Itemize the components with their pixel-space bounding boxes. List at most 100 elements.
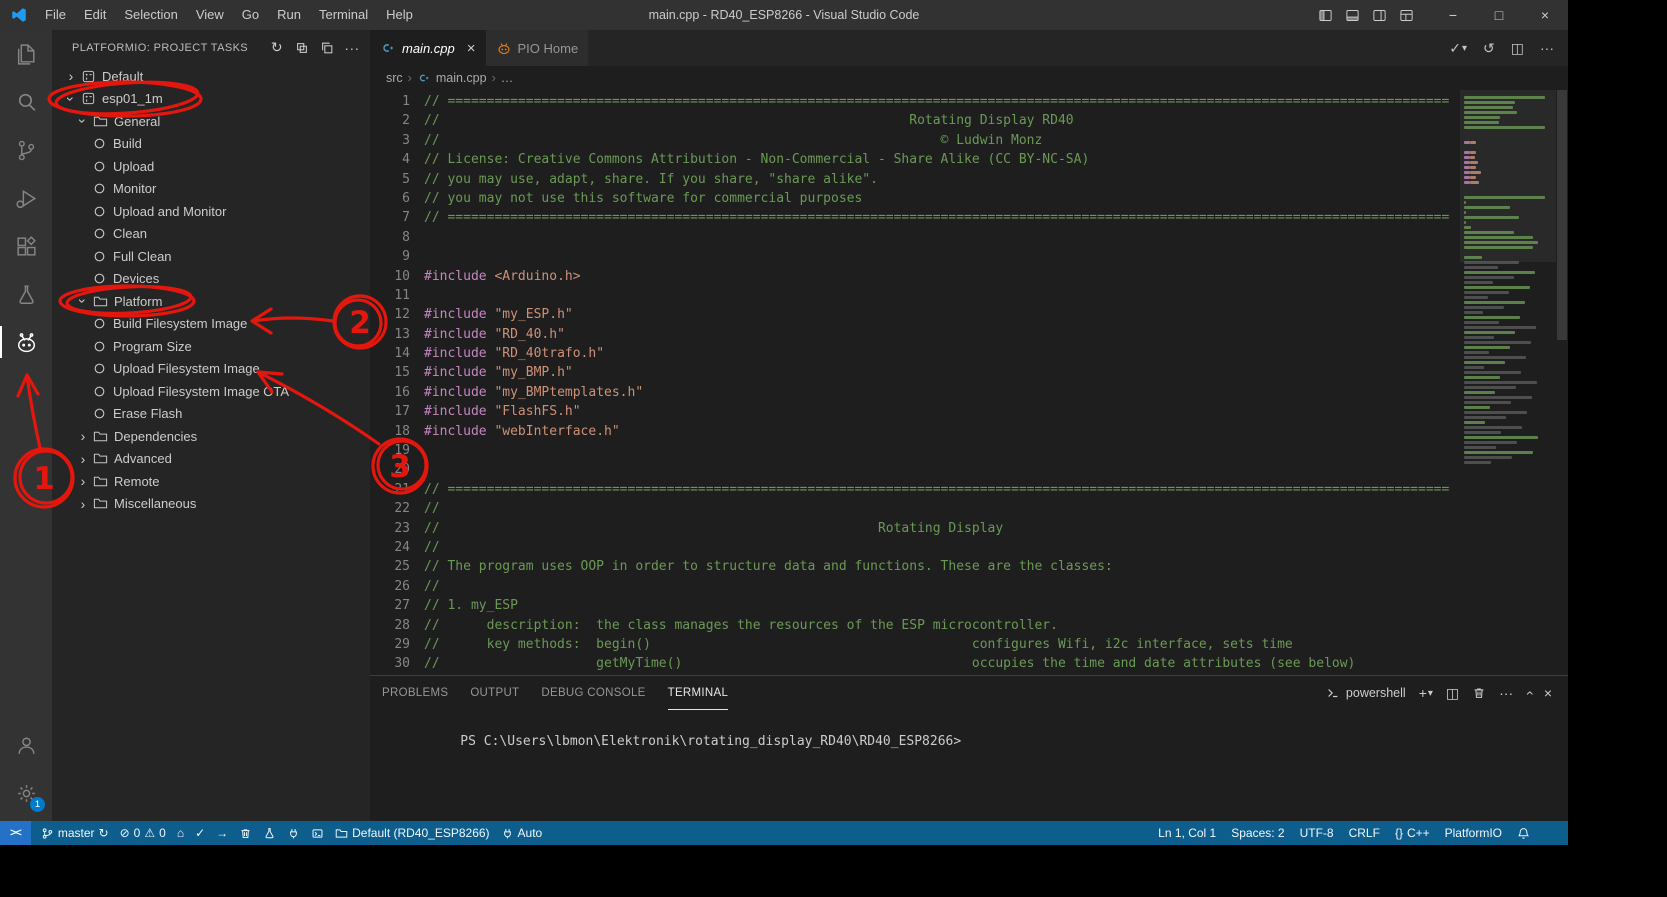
problems-item[interactable]: ⊘ 0 ⚠ 0 (120, 826, 166, 840)
line-number[interactable]: 29 (370, 635, 410, 654)
line-number[interactable]: 9 (370, 247, 410, 266)
code-text[interactable] (410, 247, 424, 266)
terminal[interactable]: PS C:\Users\lbmon\Elektronik\rotating_di… (370, 710, 1568, 764)
code-line[interactable]: 8 (370, 228, 1460, 247)
maximize-button[interactable]: □ (1476, 0, 1522, 30)
code-text[interactable] (410, 460, 424, 479)
line-number[interactable]: 28 (370, 616, 410, 635)
code-text[interactable]: // © Ludwin Monz (410, 131, 1042, 150)
run-check-icon[interactable]: ✓ ▾ (1449, 40, 1467, 57)
tree-item-esp01-1m[interactable]: › esp01_1m (52, 88, 370, 111)
tab-output[interactable]: OUTPUT (470, 676, 519, 710)
line-number[interactable]: 4 (370, 150, 410, 169)
tree-item-build-filesystem-image[interactable]: Build Filesystem Image (52, 313, 370, 336)
line-number[interactable]: 23 (370, 519, 410, 538)
line-number[interactable]: 12 (370, 305, 410, 324)
line-number[interactable]: 30 (370, 654, 410, 673)
copy-icon[interactable] (319, 40, 335, 56)
code-line[interactable]: 28 // description: the class manages the … (370, 616, 1460, 635)
pio-build-button[interactable]: ✓ (195, 826, 205, 840)
line-number[interactable]: 19 (370, 441, 410, 460)
code-line[interactable]: 20 (370, 460, 1460, 479)
tab-problems[interactable]: PROBLEMS (382, 676, 448, 710)
editor[interactable]: 1 // ====================================… (370, 90, 1568, 675)
tab-debug-console[interactable]: DEBUG CONSOLE (541, 676, 645, 710)
code-text[interactable]: #include "RD_40.h" (410, 325, 565, 344)
menu-item[interactable]: Terminal (310, 0, 377, 30)
code-text[interactable]: #include "my_BMP.h" (410, 363, 573, 382)
line-number[interactable]: 16 (370, 383, 410, 402)
tab-pio-home[interactable]: PIO Home (485, 30, 590, 66)
code-text[interactable]: // description: the class manages the re… (410, 616, 1058, 635)
tree-item-upload-and-monitor[interactable]: Upload and Monitor (52, 200, 370, 223)
code-text[interactable]: // =====================================… (410, 208, 1449, 227)
code-line[interactable]: 4 // License: Creative Commons Attributio… (370, 150, 1460, 169)
tree-item-upload-filesystem-image-ota[interactable]: Upload Filesystem Image OTA (52, 380, 370, 403)
line-number[interactable]: 13 (370, 325, 410, 344)
code-line[interactable]: 2 // Rotating Display RD40 (370, 111, 1460, 130)
cursor-position-item[interactable]: Ln 1, Col 1 (1158, 826, 1216, 840)
toggle-sidebar-icon[interactable] (1318, 8, 1333, 23)
run-and-debug-icon[interactable] (0, 174, 52, 222)
menu-item[interactable]: Edit (75, 0, 115, 30)
code-text[interactable]: #include "my_ESP.h" (410, 305, 573, 324)
code-text[interactable]: #include "RD_40trafo.h" (410, 344, 604, 363)
breadcrumb-folder[interactable]: src (386, 71, 403, 85)
line-number[interactable]: 7 (370, 208, 410, 227)
tree-item-erase-flash[interactable]: Erase Flash (52, 403, 370, 426)
customize-layout-icon[interactable] (1399, 8, 1414, 23)
line-number[interactable]: 31 (370, 674, 410, 675)
minimize-button[interactable]: − (1430, 0, 1476, 30)
code-line[interactable]: 17 #include "FlashFS.h" (370, 402, 1460, 421)
code-line[interactable]: 18 #include "webInterface.h" (370, 422, 1460, 441)
scrollbar-thumb[interactable] (1557, 90, 1567, 340)
breadcrumb-file[interactable]: main.cpp (436, 71, 487, 85)
code-line[interactable]: 16 #include "my_BMPtemplates.h" (370, 383, 1460, 402)
code-line[interactable]: 9 (370, 247, 1460, 266)
code-line[interactable]: 5 // you may use, adapt, share. If you sh… (370, 170, 1460, 189)
serial-monitor-button[interactable] (287, 827, 300, 840)
code-line[interactable]: 30 // getMyTime() occupies the time and d… (370, 654, 1460, 673)
close-button[interactable]: × (1522, 0, 1568, 30)
code-text[interactable]: #include "FlashFS.h" (410, 402, 581, 421)
new-terminal-button[interactable] (311, 827, 324, 840)
code-text[interactable]: // getMyTime() occupies the time and dat… (410, 654, 1355, 673)
menu-item[interactable]: Go (233, 0, 268, 30)
kill-terminal-icon[interactable] (1472, 686, 1486, 700)
code-line[interactable]: 22 // (370, 499, 1460, 518)
code-text[interactable]: // Rotating Display RD40 (410, 111, 1074, 130)
close-panel-icon[interactable]: × (1544, 685, 1552, 701)
code-text[interactable] (410, 441, 424, 460)
line-number[interactable]: 18 (370, 422, 410, 441)
breadcrumb-symbol[interactable]: … (501, 71, 514, 85)
tree-item-miscellaneous[interactable]: › Miscellaneous (52, 493, 370, 516)
pio-upload-button[interactable]: → (216, 826, 228, 840)
tree-item-upload-filesystem-image[interactable]: Upload Filesystem Image (52, 358, 370, 381)
code-line[interactable]: 13 #include "RD_40.h" (370, 325, 1460, 344)
line-number[interactable]: 15 (370, 363, 410, 382)
pio-test-button[interactable] (263, 827, 276, 840)
tree-item-dependencies[interactable]: › Dependencies (52, 425, 370, 448)
code-line[interactable]: 26 // (370, 577, 1460, 596)
toggle-secondary-sidebar-icon[interactable] (1372, 8, 1387, 23)
tree-item-devices[interactable]: Devices (52, 268, 370, 291)
split-editor-icon[interactable]: ◫ (1511, 40, 1524, 57)
pio-home-button[interactable]: ⌂ (177, 826, 184, 840)
code-text[interactable]: // (410, 499, 440, 518)
code-text[interactable]: #include "my_BMPtemplates.h" (410, 383, 643, 402)
close-tab-icon[interactable]: × (467, 40, 476, 57)
code-line[interactable]: 12 #include "my_ESP.h" (370, 305, 1460, 324)
code-lines[interactable]: 1 // ====================================… (370, 90, 1460, 675)
tree-item-advanced[interactable]: › Advanced (52, 448, 370, 471)
encoding-item[interactable]: UTF-8 (1300, 826, 1334, 840)
settings-gear-icon[interactable]: 1 (0, 769, 52, 817)
code-text[interactable]: // =====================================… (410, 92, 1449, 111)
code-line[interactable]: 14 #include "RD_40trafo.h" (370, 344, 1460, 363)
tree-item-full-clean[interactable]: Full Clean (52, 245, 370, 268)
refresh-icon[interactable]: ↻ (269, 39, 285, 56)
tree-item-general[interactable]: › General (52, 110, 370, 133)
code-line[interactable]: 3 // © Ludwin Monz (370, 131, 1460, 150)
line-number[interactable]: 14 (370, 344, 410, 363)
code-line[interactable]: 24 // (370, 538, 1460, 557)
code-text[interactable]: // you may not use this software for com… (410, 189, 862, 208)
